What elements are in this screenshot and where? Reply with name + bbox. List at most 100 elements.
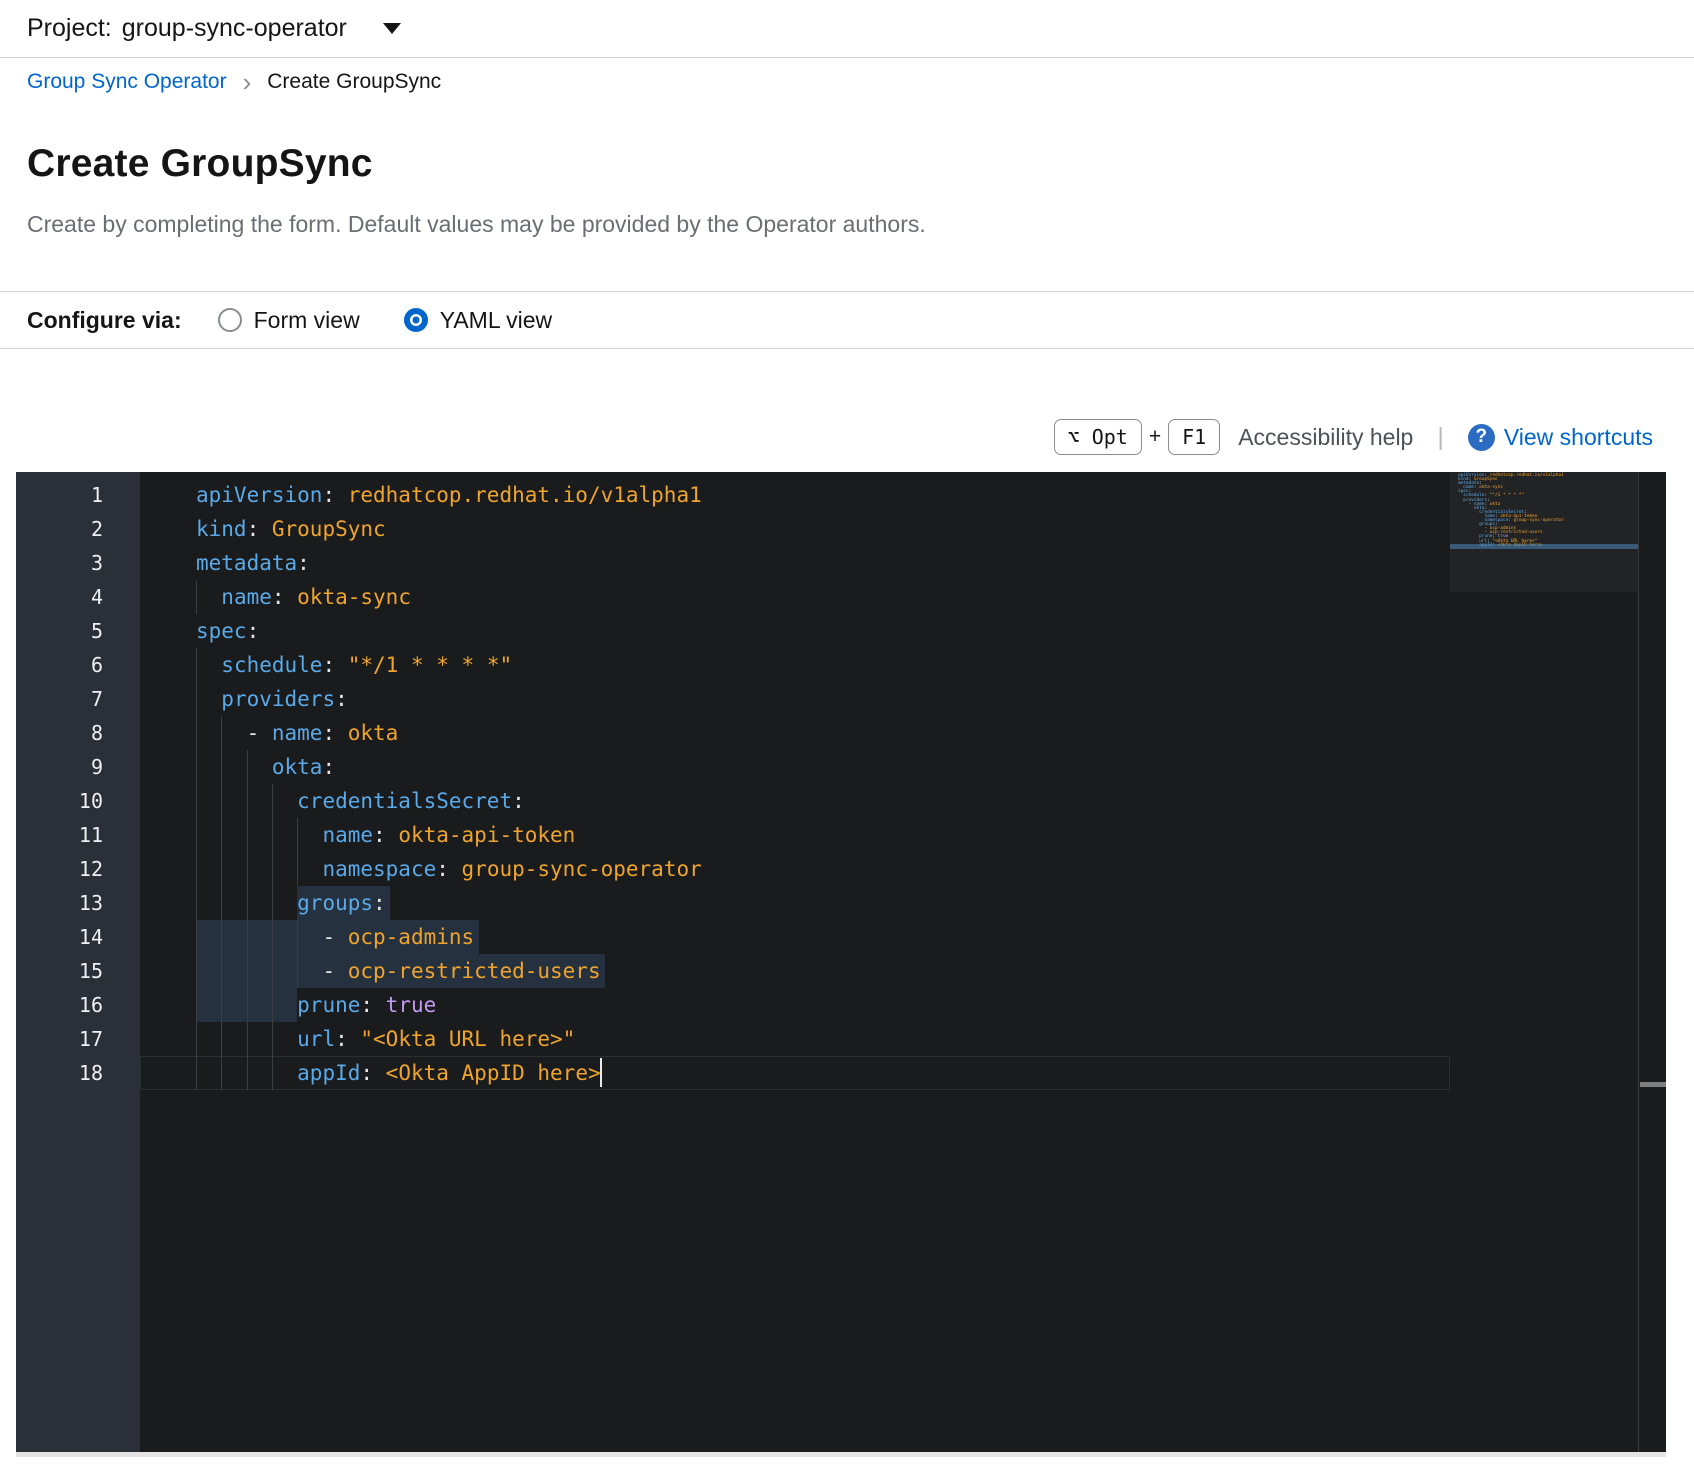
indent-guide (247, 750, 248, 784)
code-line[interactable]: name: okta-sync (140, 580, 1450, 614)
code-line[interactable]: prune: true (140, 988, 1450, 1022)
indent-guide (221, 988, 222, 1022)
indent-guide (221, 784, 222, 818)
line-number[interactable]: 14 (16, 920, 140, 954)
indent-guide (247, 818, 248, 852)
code-line[interactable]: providers: (140, 682, 1450, 716)
editor-gutter[interactable]: 123456789101112131415161718 (16, 472, 140, 1452)
indent-guide (221, 818, 222, 852)
code-line[interactable]: apiVersion: redhatcop.redhat.io/v1alpha1 (140, 478, 1450, 512)
indent-guide (247, 988, 248, 1022)
line-number[interactable]: 6 (16, 648, 140, 682)
code-line[interactable]: name: okta-api-token (140, 818, 1450, 852)
line-number[interactable]: 18 (16, 1056, 140, 1090)
indent-guide (196, 784, 197, 818)
code-line[interactable]: spec: (140, 614, 1450, 648)
accessibility-help-label: Accessibility help (1238, 424, 1413, 451)
keycap-f1: F1 (1168, 419, 1220, 455)
line-number[interactable]: 13 (16, 886, 140, 920)
code-line[interactable]: metadata: (140, 546, 1450, 580)
indent-guide (272, 886, 273, 920)
page-subtitle: Create by completing the form. Default v… (27, 211, 926, 238)
line-number[interactable]: 10 (16, 784, 140, 818)
line-number[interactable]: 9 (16, 750, 140, 784)
radio-yaml-view[interactable]: YAML view (404, 307, 552, 334)
project-value: group-sync-operator (122, 14, 347, 43)
line-number[interactable]: 1 (16, 478, 140, 512)
radio-form-view[interactable]: Form view (218, 307, 360, 334)
breadcrumb-link-group-sync-operator[interactable]: Group Sync Operator (27, 70, 227, 94)
divider (0, 348, 1694, 349)
line-number[interactable]: 15 (16, 954, 140, 988)
indent-guide (297, 818, 298, 852)
project-selector-dropdown[interactable]: Project: group-sync-operator (27, 0, 401, 57)
code-line[interactable]: url: "<Okta URL here>" (140, 1022, 1450, 1056)
create-groupsync-page: Project: group-sync-operator Group Sync … (0, 0, 1694, 1480)
indent-guide (196, 988, 197, 1022)
keycap-opt: ⌥ Opt (1054, 419, 1142, 455)
line-number[interactable]: 7 (16, 682, 140, 716)
scrollbar-cursor-marker (1640, 1082, 1666, 1087)
code-line[interactable]: - ocp-admins (140, 920, 1450, 954)
code-line[interactable]: - name: okta (140, 716, 1450, 750)
configure-via-label: Configure via: (27, 307, 182, 334)
indent-guide (196, 1022, 197, 1056)
indent-guide (221, 716, 222, 750)
radio-form-view-label: Form view (254, 307, 360, 334)
editor-content[interactable]: apiVersion: redhatcop.redhat.io/v1alpha1… (140, 472, 1450, 1452)
line-number[interactable]: 17 (16, 1022, 140, 1056)
keycap-plus: + (1149, 425, 1161, 449)
indent-guide (196, 920, 197, 954)
code-line[interactable]: credentialsSecret: (140, 784, 1450, 818)
editor-scrollbar[interactable] (1638, 472, 1666, 1452)
indent-guide (221, 1056, 222, 1090)
indent-guide (196, 1056, 197, 1090)
line-number[interactable]: 4 (16, 580, 140, 614)
editor-minimap[interactable]: apiVersion: redhatcop.redhat.io/v1alpha1… (1450, 472, 1638, 1452)
line-number[interactable]: 16 (16, 988, 140, 1022)
line-number[interactable]: 11 (16, 818, 140, 852)
project-bar: Project: group-sync-operator (0, 0, 1694, 58)
line-number[interactable]: 2 (16, 512, 140, 546)
code-line[interactable]: appId: <Okta AppID here> (140, 1056, 1450, 1090)
breadcrumb-current: Create GroupSync (267, 70, 441, 94)
indent-guide (272, 1056, 273, 1090)
editor-bottom-edge (16, 1452, 1666, 1457)
code-line[interactable]: - ocp-restricted-users (140, 954, 1450, 988)
radio-selected-icon[interactable] (404, 308, 428, 332)
project-label: Project: (27, 14, 112, 43)
indent-guide (221, 886, 222, 920)
indent-guide (297, 920, 298, 954)
yaml-editor[interactable]: 123456789101112131415161718 apiVersion: … (16, 472, 1666, 1452)
indent-guide (247, 920, 248, 954)
line-number[interactable]: 3 (16, 546, 140, 580)
indent-guide (196, 750, 197, 784)
indent-guide (247, 954, 248, 988)
indent-guide (221, 750, 222, 784)
code-line[interactable]: kind: GroupSync (140, 512, 1450, 546)
line-number[interactable]: 5 (16, 614, 140, 648)
indent-guide (196, 852, 197, 886)
indent-guide (196, 886, 197, 920)
view-shortcuts-link[interactable]: View shortcuts (1504, 424, 1653, 451)
radio-unselected-icon[interactable] (218, 308, 242, 332)
configure-via-row: Configure via: Form view YAML view (27, 292, 596, 348)
code-line[interactable]: schedule: "*/1 * * * *" (140, 648, 1450, 682)
text-cursor (600, 1058, 602, 1087)
code-line[interactable]: okta: (140, 750, 1450, 784)
breadcrumb: Group Sync Operator › Create GroupSync (27, 70, 441, 94)
indent-guide (247, 784, 248, 818)
indent-guide (196, 954, 197, 988)
indent-guide (247, 1056, 248, 1090)
indent-guide (196, 580, 197, 614)
line-number[interactable]: 8 (16, 716, 140, 750)
indent-guide (221, 1022, 222, 1056)
code-line[interactable]: namespace: group-sync-operator (140, 852, 1450, 886)
indent-guide (297, 852, 298, 886)
code-line[interactable]: groups: (140, 886, 1450, 920)
indent-guide (196, 818, 197, 852)
indent-guide (221, 852, 222, 886)
indent-guide (272, 1022, 273, 1056)
indent-guide (247, 852, 248, 886)
line-number[interactable]: 12 (16, 852, 140, 886)
